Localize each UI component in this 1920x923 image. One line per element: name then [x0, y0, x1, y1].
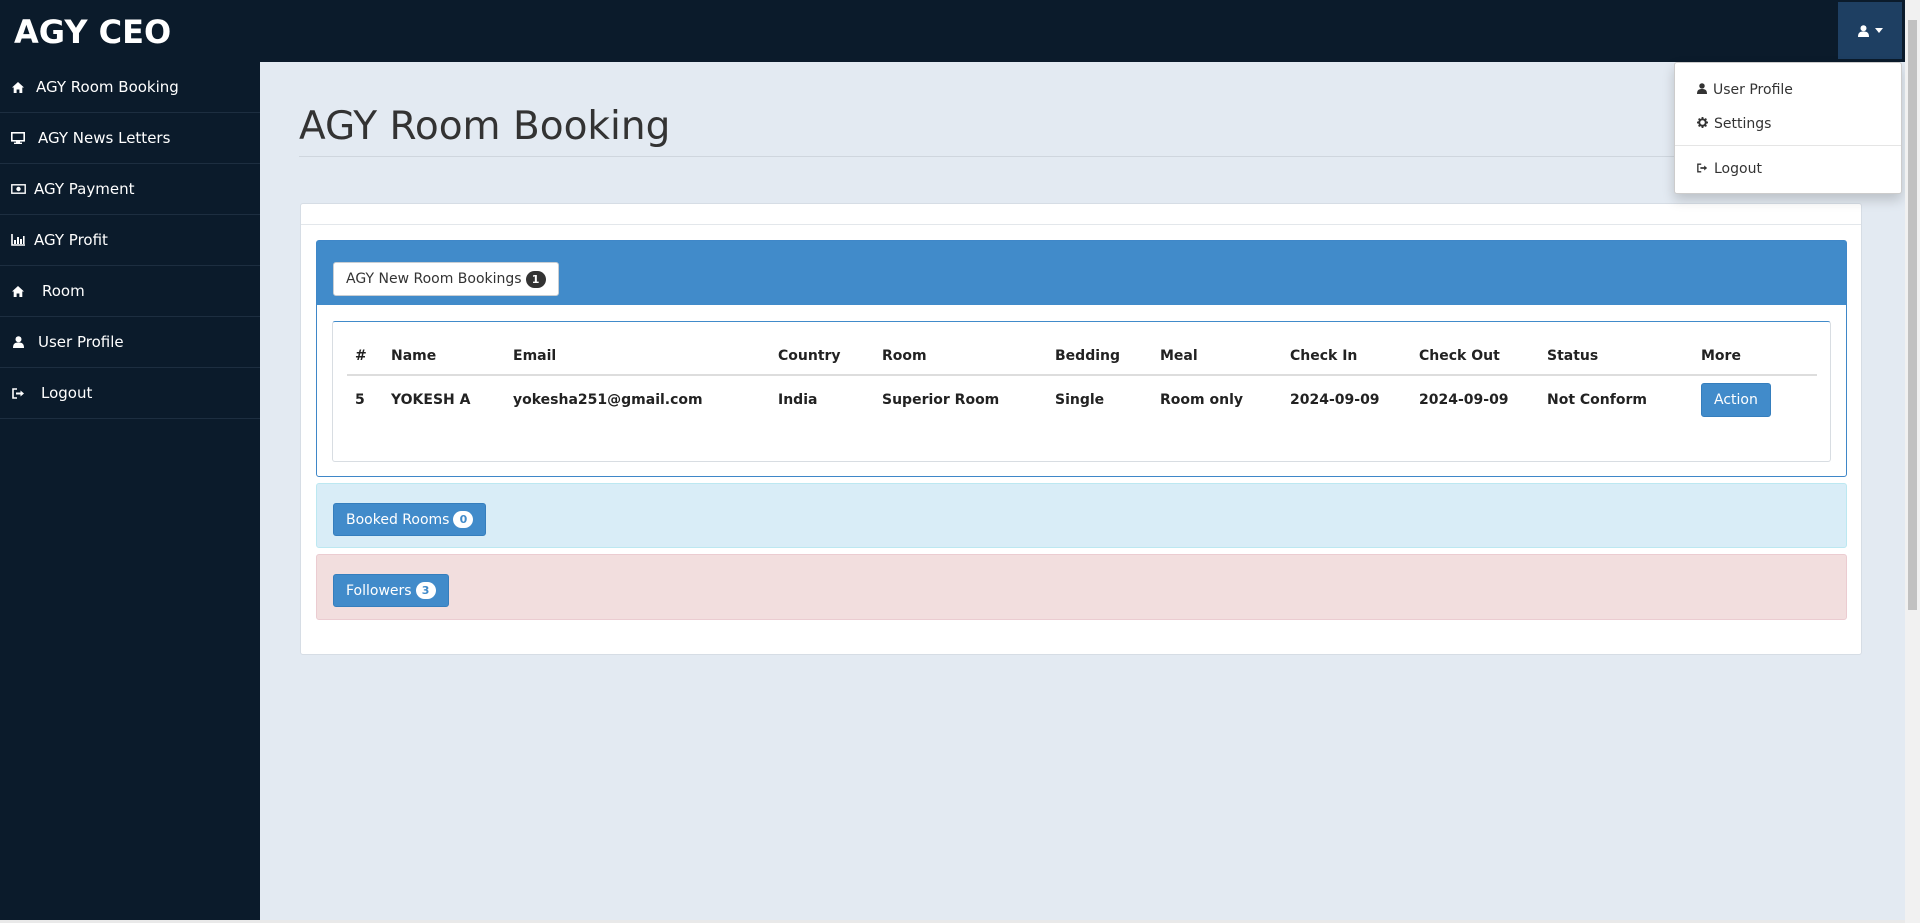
top-navbar: AGY CEO — [0, 0, 1905, 62]
dropdown-item-label: Settings — [1714, 116, 1772, 132]
column-header-email: Email — [505, 338, 770, 376]
table-row: 5 YOKESH A yokesha251@gmail.com India Su… — [347, 375, 1817, 423]
title-divider — [299, 156, 1862, 157]
booked-rooms-label: Booked Rooms — [346, 511, 450, 528]
cell-email: yokesha251@gmail.com — [513, 391, 703, 408]
booked-rooms-button[interactable]: Booked Rooms 0 — [333, 503, 487, 536]
followers-count-badge: 3 — [415, 582, 436, 599]
dropdown-item-logout[interactable]: Logout — [1697, 159, 1762, 179]
action-button[interactable]: Action — [1701, 382, 1771, 417]
new-room-bookings-label: AGY New Room Bookings — [346, 271, 522, 287]
cell-status: Not Conform — [1547, 391, 1647, 408]
page-title: AGY Room Booking — [299, 104, 671, 149]
sidebar-item-room-booking[interactable]: AGY Room Booking — [0, 62, 260, 113]
column-header-check-in: Check In — [1282, 338, 1411, 376]
user-menu-toggle[interactable] — [1838, 2, 1902, 59]
sidebar-item-label: AGY Room Booking — [36, 78, 179, 96]
sidebar-item-user-profile[interactable]: User Profile — [0, 317, 260, 368]
column-header-room: Room — [874, 338, 1047, 376]
sidebar-item-payment[interactable]: AGY Payment — [0, 164, 260, 215]
cell-name: YOKESH A — [391, 391, 471, 408]
cell-meal: Room only — [1160, 391, 1243, 408]
bookings-panel: AGY New Room Bookings 1 # Name Email Cou… — [300, 203, 1862, 655]
sidebar: AGY Room Booking AGY News Letters AGY Pa… — [0, 62, 260, 923]
followers-button[interactable]: Followers 3 — [333, 574, 449, 607]
bar-chart-icon — [10, 233, 26, 247]
sidebar-item-label: AGY Profit — [34, 231, 108, 249]
cell-more: Action — [1693, 375, 1817, 423]
sidebar-item-label: AGY News Letters — [38, 129, 171, 147]
sidebar-item-label: Room — [42, 282, 85, 300]
user-dropdown-menu: User Profile Settings Logout — [1674, 62, 1902, 194]
followers-section: Followers 3 — [316, 554, 1847, 620]
sidebar-item-label: User Profile — [38, 333, 124, 351]
column-header-meal: Meal — [1152, 338, 1282, 376]
sidebar-item-label: Logout — [41, 384, 93, 402]
cell-bedding: Single — [1055, 391, 1105, 408]
cell-check-out: 2024-09-09 — [1419, 391, 1509, 408]
dropdown-item-user-profile[interactable]: User Profile — [1697, 80, 1793, 100]
cell-room: Superior Room — [882, 391, 1000, 408]
new-room-bookings-button[interactable]: AGY New Room Bookings 1 — [333, 262, 559, 296]
column-header-country: Country — [770, 338, 874, 376]
new-bookings-section: AGY New Room Bookings 1 # Name Email Cou… — [316, 240, 1847, 477]
column-header-name: Name — [383, 338, 505, 376]
new-bookings-count-badge: 1 — [525, 270, 546, 288]
dropdown-item-label: User Profile — [1713, 82, 1793, 98]
sidebar-item-room[interactable]: Room — [0, 266, 260, 317]
desktop-icon — [10, 131, 26, 145]
column-header-id: # — [347, 338, 383, 376]
panel-header-divider — [301, 224, 1861, 225]
cell-id: 5 — [355, 391, 365, 408]
column-header-bedding: Bedding — [1047, 338, 1152, 376]
home-icon — [10, 284, 26, 298]
sidebar-item-news-letters[interactable]: AGY News Letters — [0, 113, 260, 164]
user-icon — [1697, 82, 1707, 98]
sidebar-item-label: AGY Payment — [34, 180, 135, 198]
dropdown-item-settings[interactable]: Settings — [1697, 114, 1771, 134]
sign-out-icon — [10, 386, 26, 400]
dropdown-divider — [1675, 145, 1901, 146]
sidebar-item-logout[interactable]: Logout — [0, 368, 260, 419]
cell-check-in: 2024-09-09 — [1290, 391, 1380, 408]
column-header-status: Status — [1539, 338, 1693, 376]
home-icon — [10, 80, 26, 94]
followers-label: Followers — [346, 582, 412, 599]
user-icon — [10, 335, 26, 349]
sidebar-item-profit[interactable]: AGY Profit — [0, 215, 260, 266]
user-icon — [1857, 24, 1869, 37]
new-bookings-table: # Name Email Country Room Bedding Meal C… — [347, 338, 1817, 423]
booked-rooms-section: Booked Rooms 0 — [316, 483, 1847, 548]
column-header-check-out: Check Out — [1411, 338, 1539, 376]
dropdown-item-label: Logout — [1714, 161, 1762, 177]
caret-down-icon — [1874, 28, 1883, 33]
table-header-row: # Name Email Country Room Bedding Meal C… — [347, 338, 1817, 376]
gear-icon — [1697, 116, 1708, 132]
brand-title[interactable]: AGY CEO — [14, 13, 171, 51]
column-header-more: More — [1693, 338, 1817, 376]
sign-out-icon — [1697, 161, 1708, 177]
vertical-scrollbar[interactable] — [1905, 0, 1920, 923]
money-icon — [10, 182, 26, 196]
booked-rooms-count-badge: 0 — [453, 511, 474, 528]
cell-country: India — [778, 391, 818, 408]
new-bookings-header: AGY New Room Bookings 1 — [317, 241, 1846, 305]
scrollbar-thumb[interactable] — [1908, 20, 1917, 610]
new-bookings-table-container: # Name Email Country Room Bedding Meal C… — [332, 321, 1831, 462]
